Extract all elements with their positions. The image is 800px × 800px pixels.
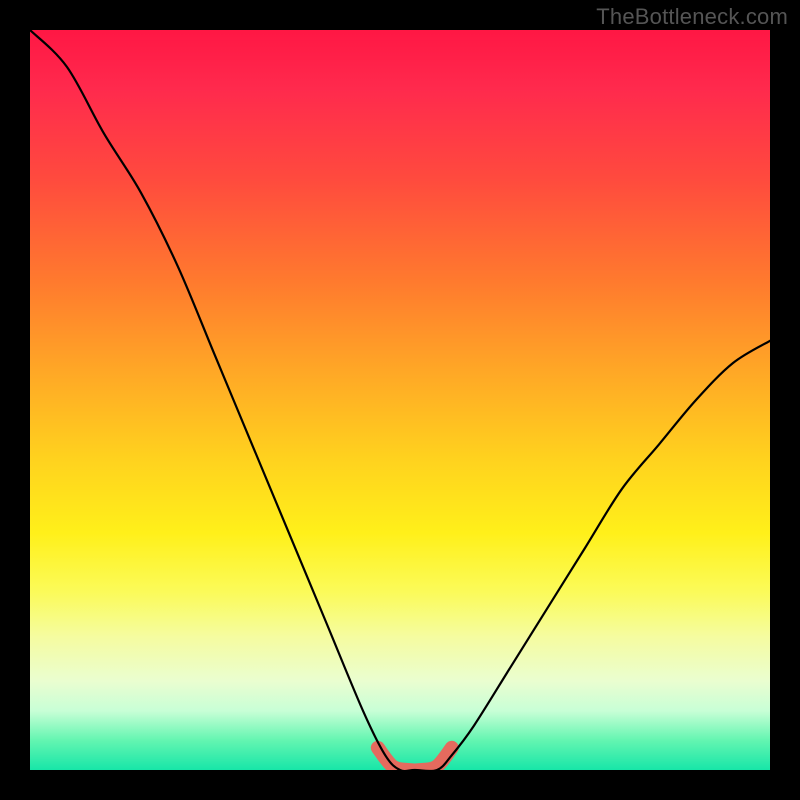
plot-area (30, 30, 770, 770)
curve-layer (30, 30, 770, 770)
bottleneck-curve (30, 30, 770, 770)
chart-frame: TheBottleneck.com (0, 0, 800, 800)
watermark-text: TheBottleneck.com (596, 4, 788, 30)
